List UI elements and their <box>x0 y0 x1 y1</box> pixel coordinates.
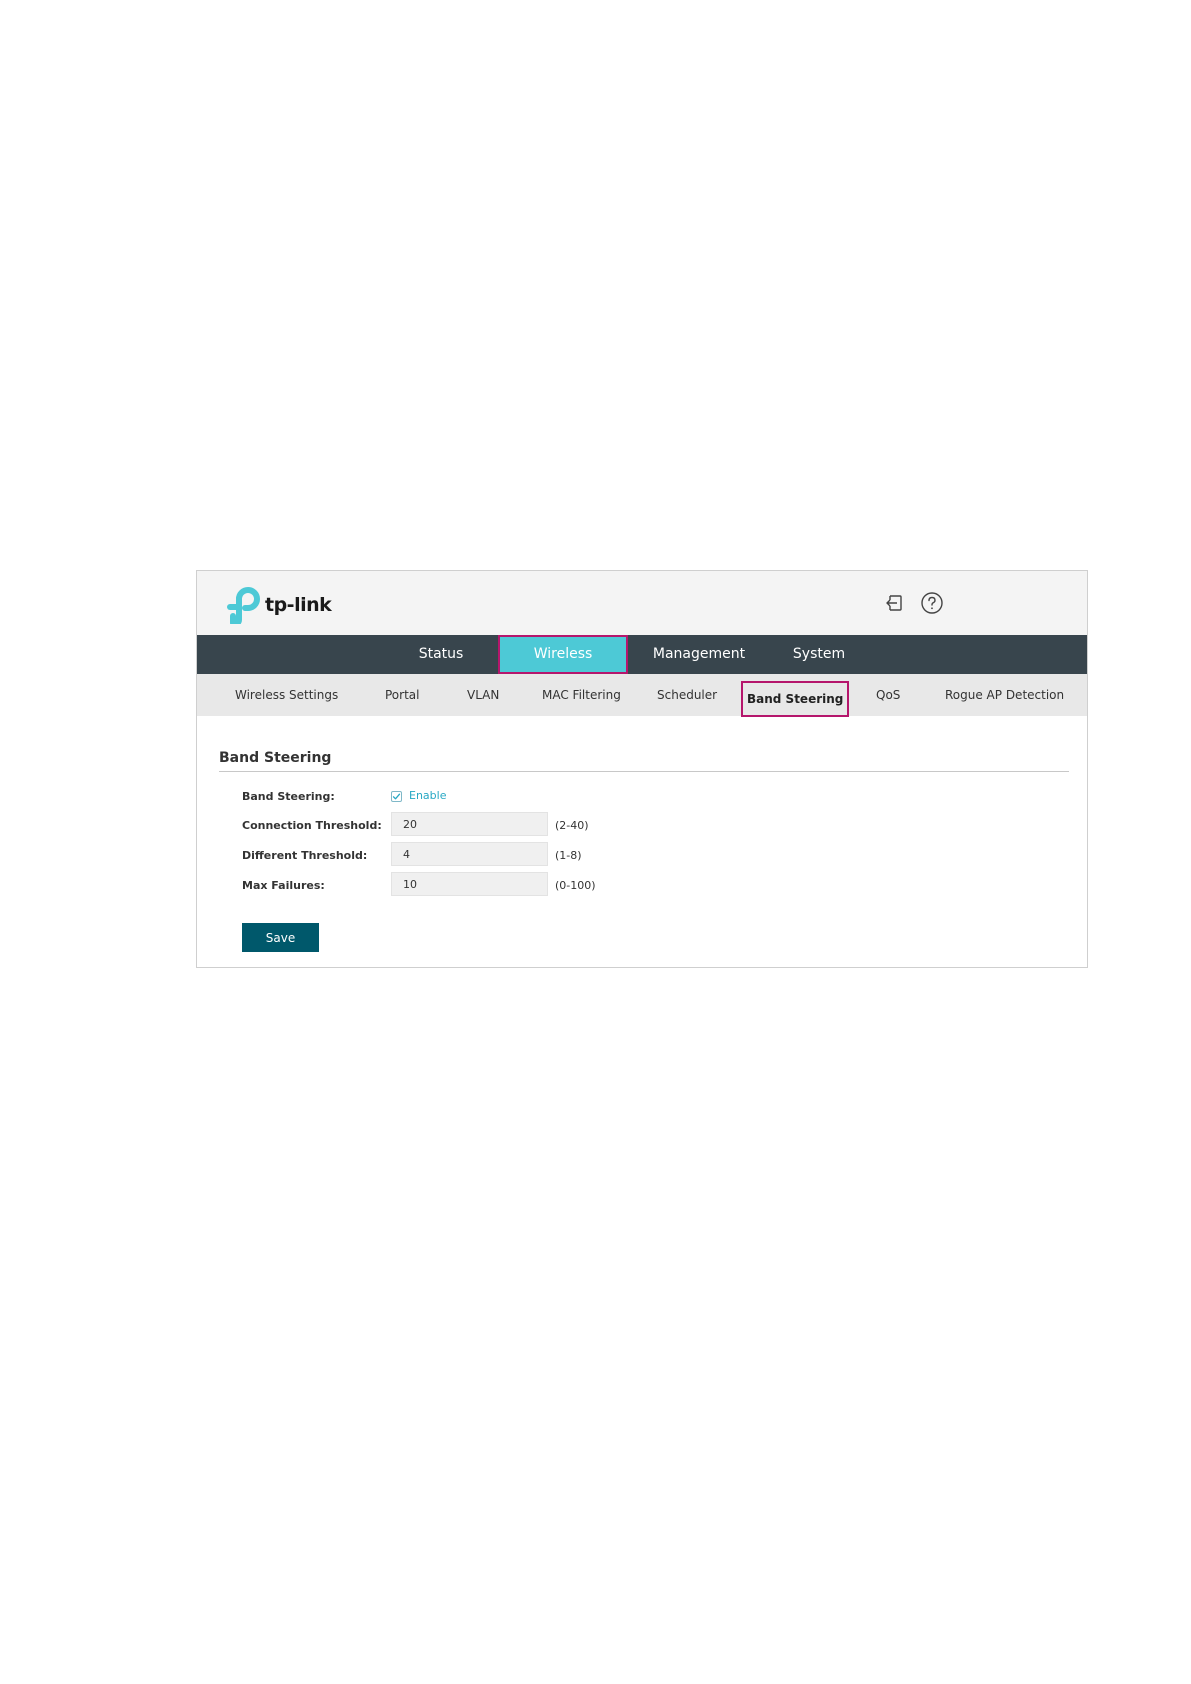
connection-threshold-range: (2-40) <box>555 819 589 832</box>
main-nav-management[interactable]: Management <box>637 635 761 674</box>
logout-icon[interactable] <box>882 591 906 615</box>
main-nav-status[interactable]: Status <box>393 635 489 674</box>
connection-threshold-input[interactable] <box>391 812 548 836</box>
app-window: tp-link Status Wireless Management Syste… <box>196 570 1088 968</box>
different-threshold-range: (1-8) <box>555 849 582 862</box>
logo-text: tp-link <box>265 594 332 616</box>
max-failures-range: (0-100) <box>555 879 596 892</box>
top-icons <box>882 591 944 615</box>
section-title: Band Steering <box>219 750 332 766</box>
main-nav-system[interactable]: System <box>767 635 871 674</box>
sub-nav-band-steering[interactable]: Band Steering <box>741 681 850 717</box>
main-nav-wireless[interactable]: Wireless <box>498 635 628 674</box>
sub-nav: Wireless Settings Portal VLAN MAC Filter… <box>197 674 1087 717</box>
sub-nav-wireless-settings[interactable]: Wireless Settings <box>235 674 338 716</box>
save-button[interactable]: Save <box>242 923 319 952</box>
sub-nav-mac-filtering[interactable]: MAC Filtering <box>542 674 621 716</box>
sub-nav-scheduler[interactable]: Scheduler <box>657 674 717 716</box>
connection-threshold-label: Connection Threshold: <box>242 819 382 832</box>
band-steering-label: Band Steering: <box>242 790 335 803</box>
main-nav: Status Wireless Management System <box>197 635 1087 674</box>
max-failures-label: Max Failures: <box>242 879 325 892</box>
max-failures-input[interactable] <box>391 872 548 896</box>
section-divider <box>219 771 1069 772</box>
sub-nav-vlan[interactable]: VLAN <box>467 674 499 716</box>
check-icon <box>392 793 401 800</box>
different-threshold-input[interactable] <box>391 842 548 866</box>
tp-link-logo-icon <box>227 587 260 624</box>
brand-logo: tp-link <box>225 586 332 624</box>
sub-nav-rogue-ap-detection[interactable]: Rogue AP Detection <box>945 674 1064 716</box>
different-threshold-label: Different Threshold: <box>242 849 368 862</box>
band-steering-checkbox[interactable] <box>391 791 402 802</box>
enable-label[interactable]: Enable <box>409 789 446 802</box>
sub-nav-qos[interactable]: QoS <box>876 674 900 716</box>
help-icon[interactable] <box>920 591 944 615</box>
top-bar: tp-link <box>197 571 1087 635</box>
sub-nav-portal[interactable]: Portal <box>385 674 419 716</box>
